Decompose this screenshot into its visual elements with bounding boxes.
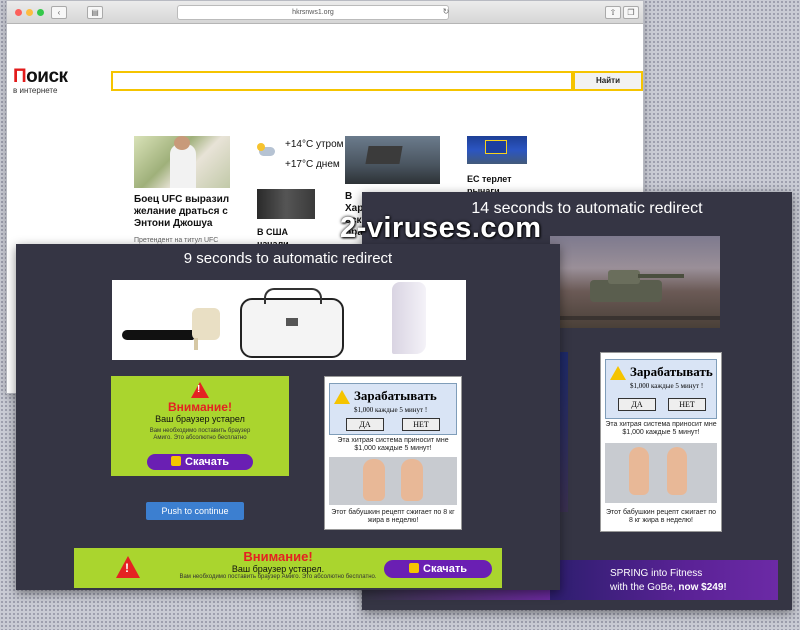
scam-no-button-back[interactable]: НЕТ bbox=[668, 398, 706, 411]
scam-subtitle-front: $1,000 каждые 5 минут ! bbox=[354, 406, 428, 414]
browser-warning-ad[interactable]: ! Внимание! Ваш браузер устарел Вам необ… bbox=[111, 376, 289, 476]
site-logo[interactable]: Поиск в интернете bbox=[13, 66, 68, 95]
right-foot-front bbox=[401, 459, 423, 501]
boot-image bbox=[392, 282, 426, 354]
news-meta-ufc: Претендент на титул UFC bbox=[134, 237, 219, 244]
handbag-clasp bbox=[286, 318, 298, 326]
fitness-line1: SPRING into Fitness bbox=[610, 568, 703, 579]
scale-image-back bbox=[605, 443, 717, 503]
weather-widget[interactable]: +14°C утром +17°C днем bbox=[255, 129, 344, 181]
banner-warning-body: Вам необходимо поставить браузер Амиго. … bbox=[179, 574, 377, 580]
watermark: 2-viruses.com bbox=[340, 212, 542, 244]
shoe-heel-image bbox=[122, 308, 222, 350]
reload-icon[interactable]: ↻ bbox=[439, 6, 453, 17]
tank-ad[interactable] bbox=[550, 236, 720, 328]
banner-warning-exclamation: ! bbox=[125, 561, 129, 575]
banner-warning-title: Внимание! bbox=[243, 549, 313, 564]
banner-download-button[interactable]: Скачать bbox=[384, 560, 492, 578]
browser-warning-banner[interactable]: ! Внимание! Ваш браузер устарел. Вам нео… bbox=[74, 548, 502, 588]
download-arrow-icon bbox=[171, 456, 182, 466]
handbag-image bbox=[240, 288, 344, 358]
scam-warning-icon-front bbox=[334, 390, 350, 404]
weather-morning: +14°C утром bbox=[285, 139, 344, 150]
download-label: Скачать bbox=[185, 456, 229, 468]
scale-image-front bbox=[329, 457, 457, 505]
rail-track bbox=[550, 316, 720, 320]
scam-dialog-front: Зарабатывать $1,000 каждые 5 минут ! ДА … bbox=[329, 383, 457, 435]
handbag-handle bbox=[264, 288, 322, 304]
scam-text-recipe-front: Этот бабушкин рецепт сжигает по 8 кг жир… bbox=[331, 509, 455, 524]
news-image-vehicles[interactable] bbox=[257, 189, 315, 219]
fighter-head bbox=[174, 136, 190, 150]
download-button[interactable]: Скачать bbox=[147, 454, 253, 470]
scam-text-system-back: Эта хитрая система приносит мне $1,000 к… bbox=[605, 421, 717, 436]
redirect-overlay-front: 9 seconds to automatic redirect ! Вниман… bbox=[16, 244, 560, 590]
scam-title-back: Зарабатывать bbox=[630, 364, 713, 379]
scam-no-button-front[interactable]: НЕТ bbox=[402, 418, 440, 431]
scam-dialog-back: Зарабатывать $1,000 каждые 5 минут ! ДА … bbox=[605, 359, 717, 419]
search-input[interactable] bbox=[111, 71, 573, 91]
logo-text: Поиск bbox=[13, 66, 68, 88]
fitness-ad[interactable]: SPRING into Fitness with the GoBe, now $… bbox=[550, 560, 778, 600]
scam-yes-button-front[interactable]: ДА bbox=[346, 418, 384, 431]
news-image-eu[interactable] bbox=[467, 136, 527, 164]
fitness-line2-prefix: with the GoBe, bbox=[610, 582, 679, 593]
share-icon[interactable]: ⇧ bbox=[605, 6, 621, 19]
banner-download-label: Скачать bbox=[423, 563, 467, 575]
banner-download-arrow-icon bbox=[409, 563, 420, 573]
back-icon[interactable]: ‹ bbox=[51, 6, 67, 19]
warning-title: Внимание! bbox=[168, 400, 232, 414]
shoes-bag-ad[interactable] bbox=[112, 280, 466, 360]
eu-flag bbox=[485, 140, 507, 154]
right-foot bbox=[667, 447, 687, 495]
news-title-ufc[interactable]: Боец UFC выразил желание драться с Энтон… bbox=[134, 194, 234, 230]
tank-turret bbox=[608, 270, 640, 284]
scam-subtitle-back: $1,000 каждые 5 минут ! bbox=[630, 382, 704, 390]
scam-text-recipe-back: Этот бабушкин рецепт сжигает по 8 кг жир… bbox=[605, 509, 717, 524]
fighter-figure bbox=[170, 144, 196, 188]
redirect-countdown-front: 9 seconds to automatic redirect bbox=[183, 250, 393, 267]
scam-ad-back[interactable]: Зарабатывать $1,000 каждые 5 минут ! ДА … bbox=[600, 352, 722, 532]
tabs-icon[interactable]: ❐ bbox=[623, 6, 639, 19]
monument-sign bbox=[365, 146, 403, 164]
fitness-line2: with the GoBe, now $249! bbox=[610, 582, 727, 593]
minimize-window-icon[interactable] bbox=[26, 9, 33, 16]
news-image-monument[interactable] bbox=[345, 136, 440, 184]
weather-day: +17°C днем bbox=[285, 159, 340, 170]
zoom-window-icon[interactable] bbox=[37, 9, 44, 16]
address-bar[interactable]: hkrsnws1.org bbox=[177, 5, 449, 20]
browser-toolbar: ‹ ▤ hkrsnws1.org ↻ ⇧ ❐ bbox=[7, 1, 643, 24]
scam-ad-front[interactable]: Зарабатывать $1,000 каждые 5 минут ! ДА … bbox=[324, 376, 462, 530]
fitness-price: now $249! bbox=[678, 582, 727, 593]
scam-title-front: Зарабатывать bbox=[354, 388, 437, 403]
push-to-continue-button[interactable]: Push to continue bbox=[146, 502, 244, 520]
warning-body: Вам необходимо поставить браузер Амиго. … bbox=[149, 428, 251, 441]
scam-yes-button-back[interactable]: ДА bbox=[618, 398, 656, 411]
logo-rest: оиск bbox=[26, 66, 68, 87]
sidebar-icon[interactable]: ▤ bbox=[87, 6, 103, 19]
logo-first-letter: П bbox=[13, 66, 27, 87]
scam-text-system-front: Эта хитрая система приносит мне $1,000 к… bbox=[337, 437, 449, 452]
shoe-sole bbox=[122, 330, 194, 340]
warning-exclamation: ! bbox=[197, 384, 201, 395]
search-button[interactable]: Найти bbox=[573, 71, 643, 91]
news-image-fighter[interactable] bbox=[134, 136, 230, 188]
shoe-heel bbox=[192, 308, 220, 340]
left-foot bbox=[629, 447, 649, 495]
banner-warning-subtitle: Ваш браузер устарел. bbox=[231, 564, 325, 574]
left-foot-front bbox=[363, 459, 385, 501]
shoe-heel-spike bbox=[194, 338, 198, 350]
tank-barrel bbox=[638, 274, 684, 278]
warning-subtitle: Ваш браузер устарел bbox=[155, 414, 245, 424]
close-window-icon[interactable] bbox=[15, 9, 22, 16]
scam-warning-icon-back bbox=[610, 366, 626, 380]
weather-sun-icon bbox=[257, 143, 265, 151]
